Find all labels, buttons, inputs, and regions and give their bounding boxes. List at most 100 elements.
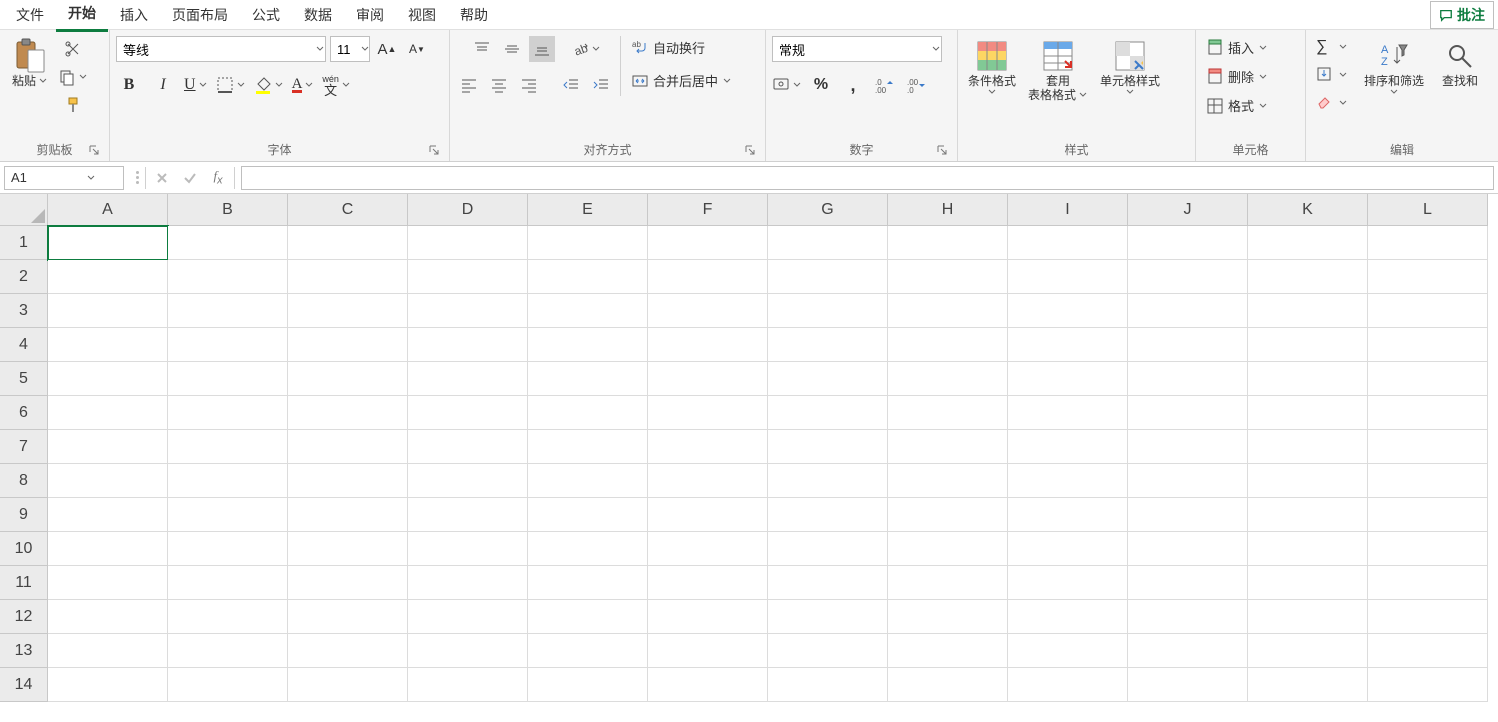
row-header[interactable]: 5 (0, 362, 48, 396)
cell[interactable] (528, 328, 648, 362)
cell[interactable] (1128, 532, 1248, 566)
cell[interactable] (768, 294, 888, 328)
cell[interactable] (48, 634, 168, 668)
number-launcher[interactable] (935, 143, 949, 157)
cell[interactable] (1368, 260, 1488, 294)
cell[interactable] (768, 600, 888, 634)
cell[interactable] (888, 668, 1008, 702)
cell[interactable] (408, 294, 528, 328)
cell[interactable] (648, 668, 768, 702)
cell[interactable] (1008, 328, 1128, 362)
insert-function-button[interactable]: fx (204, 166, 232, 190)
cell[interactable] (408, 260, 528, 294)
align-left-button[interactable] (456, 72, 482, 98)
cell[interactable] (48, 566, 168, 600)
column-header[interactable]: D (408, 194, 528, 226)
cell[interactable] (1248, 260, 1368, 294)
cell[interactable] (1248, 532, 1368, 566)
menu-home[interactable]: 开始 (56, 0, 108, 32)
cell[interactable] (888, 362, 1008, 396)
cell[interactable] (1008, 260, 1128, 294)
cell[interactable] (48, 328, 168, 362)
menu-data[interactable]: 数据 (292, 0, 344, 31)
comments-button[interactable]: 批注 (1430, 1, 1494, 29)
row-header[interactable]: 1 (0, 226, 48, 260)
formula-input[interactable] (241, 166, 1494, 190)
bold-button[interactable]: B (116, 72, 142, 98)
cell[interactable] (168, 294, 288, 328)
cell[interactable] (768, 396, 888, 430)
cell[interactable] (1248, 668, 1368, 702)
cell[interactable] (1008, 226, 1128, 260)
row-header[interactable]: 10 (0, 532, 48, 566)
cell[interactable] (1368, 532, 1488, 566)
cell[interactable] (408, 498, 528, 532)
cell[interactable] (1368, 226, 1488, 260)
clear-button[interactable] (1312, 92, 1352, 114)
cell[interactable] (48, 226, 168, 260)
cell[interactable] (1368, 362, 1488, 396)
cell[interactable] (408, 226, 528, 260)
column-header[interactable]: J (1128, 194, 1248, 226)
cell[interactable] (1128, 260, 1248, 294)
name-box[interactable]: A1 (4, 166, 124, 190)
accounting-format-button[interactable] (772, 76, 802, 94)
row-header[interactable]: 3 (0, 294, 48, 328)
cell[interactable] (768, 362, 888, 396)
cell[interactable] (1128, 668, 1248, 702)
cell[interactable] (528, 294, 648, 328)
increase-font-button[interactable]: A▲ (374, 36, 400, 62)
cell[interactable] (48, 668, 168, 702)
cell[interactable] (1008, 464, 1128, 498)
font-color-button[interactable]: A (292, 78, 315, 93)
cell[interactable] (528, 396, 648, 430)
cell[interactable] (528, 226, 648, 260)
cell[interactable] (888, 464, 1008, 498)
align-right-button[interactable] (516, 72, 542, 98)
cell[interactable] (1248, 396, 1368, 430)
font-size-input[interactable] (331, 42, 361, 57)
cell[interactable] (48, 532, 168, 566)
cell[interactable] (1128, 430, 1248, 464)
decrease-indent-button[interactable] (558, 72, 584, 98)
cell[interactable] (48, 430, 168, 464)
cell[interactable] (1248, 498, 1368, 532)
cell[interactable] (168, 600, 288, 634)
cell-styles-button[interactable]: 单元格样式 (1096, 36, 1164, 98)
cell[interactable] (888, 294, 1008, 328)
cell[interactable] (528, 668, 648, 702)
cell[interactable] (168, 532, 288, 566)
cell[interactable] (1368, 634, 1488, 668)
cell[interactable] (1248, 430, 1368, 464)
cell[interactable] (48, 362, 168, 396)
alignment-launcher[interactable] (743, 143, 757, 157)
cell[interactable] (408, 430, 528, 464)
cell[interactable] (288, 566, 408, 600)
cell[interactable] (288, 328, 408, 362)
cell[interactable] (288, 430, 408, 464)
cell[interactable] (168, 566, 288, 600)
cell[interactable] (1128, 566, 1248, 600)
decrease-font-button[interactable]: A▼ (404, 36, 430, 62)
cell[interactable] (288, 634, 408, 668)
cell[interactable] (888, 430, 1008, 464)
menu-insert[interactable]: 插入 (108, 0, 160, 31)
column-header[interactable]: G (768, 194, 888, 226)
cell[interactable] (888, 566, 1008, 600)
cell[interactable] (288, 464, 408, 498)
row-header[interactable]: 8 (0, 464, 48, 498)
cell[interactable] (168, 498, 288, 532)
column-header[interactable]: E (528, 194, 648, 226)
cell[interactable] (1128, 226, 1248, 260)
cell[interactable] (288, 600, 408, 634)
cell[interactable] (768, 464, 888, 498)
align-top-button[interactable] (469, 36, 495, 62)
paste-button[interactable]: 粘贴 (6, 36, 54, 90)
cell[interactable] (648, 430, 768, 464)
wrap-text-button[interactable]: ab自动换行 (627, 36, 709, 59)
cell[interactable] (1128, 362, 1248, 396)
increase-indent-button[interactable] (588, 72, 614, 98)
cell[interactable] (1008, 396, 1128, 430)
menu-formulas[interactable]: 公式 (240, 0, 292, 31)
percent-button[interactable]: % (808, 72, 834, 98)
